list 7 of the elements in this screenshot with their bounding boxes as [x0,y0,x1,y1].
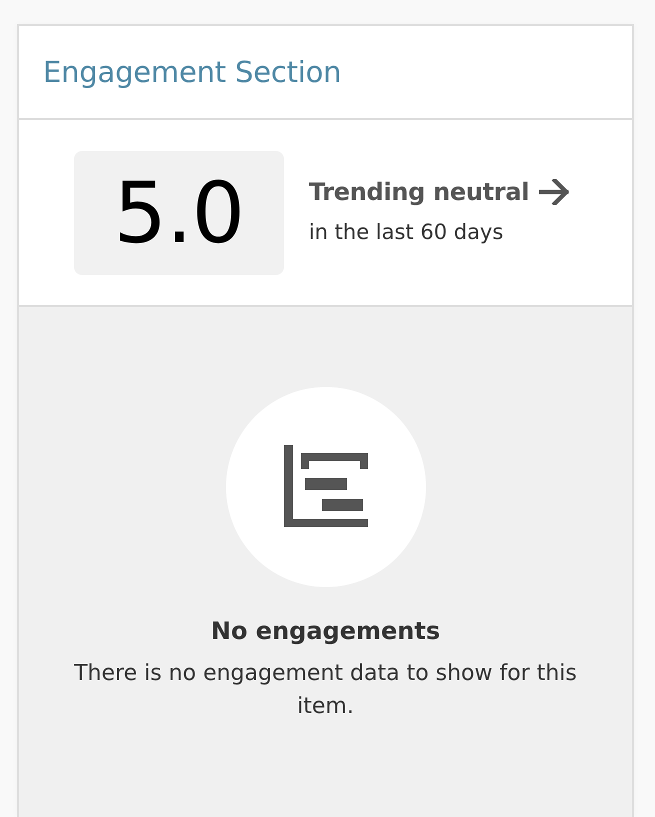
empty-state-title: No engagements [210,617,440,645]
bar-chart-icon [226,387,426,587]
trend-label: Trending neutral [308,178,530,206]
section-title: Engagement Section [43,55,342,89]
empty-state-message: There is no engagement data to show for this item. [73,660,578,721]
score-value: 5.0 [74,150,284,274]
period-text: in the last 60 days [308,220,504,244]
